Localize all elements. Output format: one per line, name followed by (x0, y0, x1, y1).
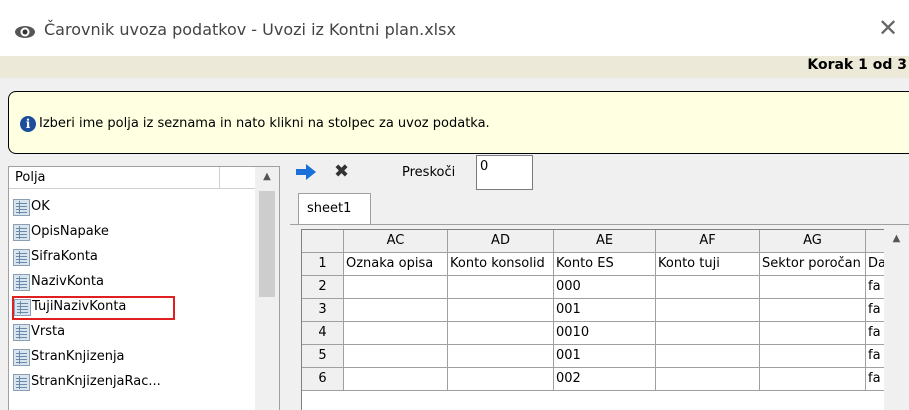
grid-cell[interactable] (448, 322, 554, 345)
grid-cell[interactable]: 001 (554, 299, 656, 322)
row-header[interactable]: 2 (302, 276, 344, 299)
info-banner: i Izberi ime polja iz seznama in nato kl… (8, 91, 909, 154)
field-label: StranKnjizenja (31, 349, 125, 364)
scroll-up-arrow-icon[interactable]: ▲ (255, 171, 279, 187)
table-field-icon (13, 249, 30, 266)
field-label: OK (31, 199, 50, 214)
tab-divider (290, 224, 909, 225)
grid-cell[interactable]: Sektor poročan (760, 253, 866, 276)
grid-cell[interactable] (656, 368, 760, 391)
field-label: StranKnjizenjaRac... (31, 374, 161, 389)
grid-cell[interactable] (656, 299, 760, 322)
grid-cell[interactable]: Konto konsolid (448, 253, 554, 276)
column-divider (219, 167, 220, 189)
eye-icon (15, 26, 35, 38)
skip-label: Preskoči (402, 165, 456, 180)
row-header[interactable]: 3 (302, 299, 344, 322)
fields-list[interactable]: Polja ▲ OK OpisNapake SifraKonta NazivKo… (8, 166, 280, 410)
grid-cell[interactable]: 002 (554, 368, 656, 391)
column-header[interactable]: AD (448, 230, 554, 253)
field-label: Vrsta (31, 324, 66, 339)
fields-header[interactable]: Polja (9, 167, 279, 189)
grid-cell[interactable] (760, 299, 866, 322)
scrollbar-thumb[interactable] (259, 191, 275, 297)
table-field-icon (13, 199, 30, 216)
close-button[interactable]: ✕ (872, 12, 904, 44)
table-field-icon (13, 274, 30, 291)
grid-cell[interactable] (656, 276, 760, 299)
table-field-icon (13, 224, 30, 241)
table-field-icon (13, 324, 30, 341)
window-title: Čarovnik uvoza podatkov - Uvozi iz Kontn… (44, 20, 456, 39)
fields-header-label: Polja (15, 170, 46, 185)
grid-cell[interactable]: 001 (554, 345, 656, 368)
row-header[interactable]: 1 (302, 253, 344, 276)
sheet-grid[interactable]: AC AD AE AF AG 1 Oznaka opisa Konto kons… (301, 229, 909, 410)
step-bar: Korak 1 od 3 (0, 56, 909, 78)
grid-cell[interactable] (344, 299, 448, 322)
grid-cell[interactable] (448, 276, 554, 299)
column-header[interactable]: AE (554, 230, 656, 253)
grid-cell[interactable] (656, 345, 760, 368)
column-header[interactable]: AC (344, 230, 448, 253)
grid-cell[interactable]: 0010 (554, 322, 656, 345)
grid-cell[interactable]: Konto ES (554, 253, 656, 276)
grid-cell[interactable]: Oznaka opisa (344, 253, 448, 276)
grid-cell[interactable] (448, 368, 554, 391)
grid-cell[interactable] (344, 368, 448, 391)
row-header[interactable]: 5 (302, 345, 344, 368)
step-indicator: Korak 1 od 3 (807, 57, 907, 73)
grid-cell[interactable] (760, 276, 866, 299)
grid-cell[interactable]: 000 (554, 276, 656, 299)
field-label: SifraKonta (31, 249, 98, 264)
grid-cell[interactable] (448, 345, 554, 368)
grid-cell[interactable] (344, 345, 448, 368)
grid-cell[interactable] (760, 368, 866, 391)
grid-cell[interactable] (760, 345, 866, 368)
skip-input[interactable]: 0 (476, 155, 533, 190)
delete-icon[interactable]: ✖ (334, 163, 352, 181)
table-field-icon (13, 349, 30, 366)
field-label: OpisNapake (31, 224, 109, 239)
field-item-tujinazivkonta[interactable]: TujiNazivKonta (12, 296, 175, 320)
tab-sheet1[interactable]: sheet1 (298, 193, 371, 224)
column-header[interactable]: AF (656, 230, 760, 253)
grid-cell[interactable] (760, 322, 866, 345)
arrow-right-icon[interactable] (296, 164, 316, 180)
title-bar: Čarovnik uvoza podatkov - Uvozi iz Kontn… (0, 0, 909, 56)
grid-cell[interactable] (344, 322, 448, 345)
scroll-up-arrow-icon[interactable]: ▲ (884, 233, 909, 249)
info-text: Izberi ime polja iz seznama in nato klik… (39, 116, 490, 131)
grid-scrollbar[interactable]: ▲ (884, 229, 909, 410)
grid-cell[interactable] (448, 299, 554, 322)
row-header[interactable]: 6 (302, 368, 344, 391)
fields-scrollbar[interactable]: ▲ (255, 167, 279, 410)
grid-cell[interactable]: Konto tuji (656, 253, 760, 276)
corner-cell (302, 230, 344, 253)
field-label: TujiNazivKonta (32, 299, 127, 314)
grid-cell[interactable] (656, 322, 760, 345)
column-header[interactable]: AG (760, 230, 866, 253)
table-field-icon (14, 299, 31, 316)
row-header[interactable]: 4 (302, 322, 344, 345)
grid-cell[interactable] (344, 276, 448, 299)
info-icon: i (20, 116, 36, 132)
table-field-icon (13, 374, 30, 391)
field-label: NazivKonta (31, 274, 104, 289)
